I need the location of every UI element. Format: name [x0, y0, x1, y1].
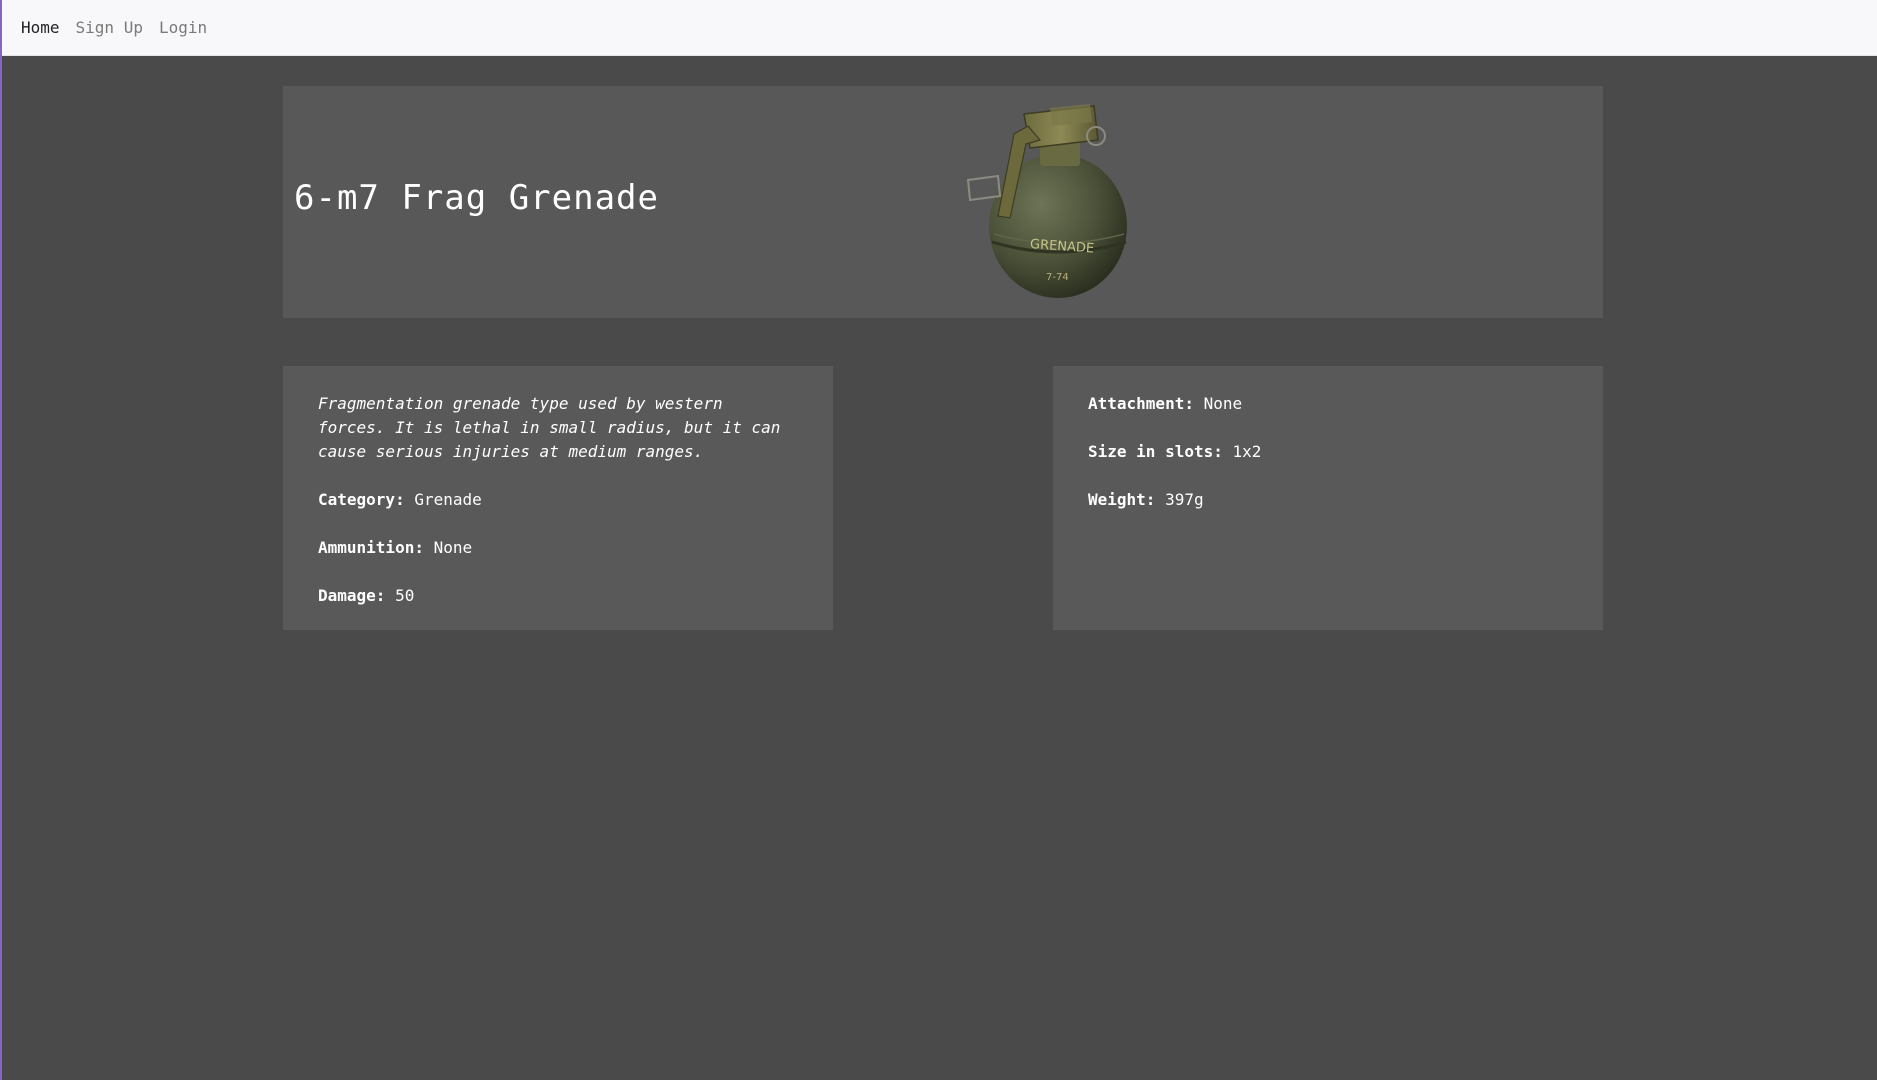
nav-login-link[interactable]: Login — [159, 18, 207, 37]
size-value: 1x2 — [1232, 442, 1262, 461]
item-header: 6-m7 Frag Grenade GRENADE 7-74 — [283, 86, 1603, 318]
category-value: Grenade — [414, 490, 482, 509]
damage-value: 50 — [395, 586, 415, 605]
ammunition-value: None — [433, 538, 473, 557]
ammunition-row: Ammunition: None — [318, 536, 798, 560]
ammunition-label: Ammunition: — [318, 538, 424, 557]
item-description: Fragmentation grenade type used by weste… — [318, 394, 781, 461]
nav-signup-link[interactable]: Sign Up — [76, 18, 143, 37]
grenade-image: GRENADE 7-74 — [966, 104, 1127, 298]
weight-label: Weight: — [1088, 490, 1156, 509]
category-label: Category: — [318, 490, 405, 509]
attachment-row: Attachment: None — [1088, 392, 1568, 416]
grenade-code-text: 7-74 — [1046, 272, 1069, 283]
damage-row: Damage: 50 — [318, 584, 798, 608]
attachment-label: Attachment: — [1088, 394, 1194, 413]
item-title: 6-m7 Frag Grenade — [294, 178, 659, 218]
item-specs-card: Attachment: None Size in slots: 1x2 Weig… — [1053, 366, 1603, 630]
item-details-card: Fragmentation grenade type used by weste… — [283, 366, 833, 630]
weight-value: 397g — [1165, 490, 1204, 509]
size-label: Size in slots: — [1088, 442, 1223, 461]
attachment-value: None — [1203, 394, 1243, 413]
top-navbar: Home Sign Up Login — [2, 0, 1877, 56]
nav-home-link[interactable]: Home — [21, 18, 60, 37]
size-row: Size in slots: 1x2 — [1088, 440, 1568, 464]
category-row: Category: Grenade — [318, 488, 798, 512]
damage-label: Damage: — [318, 586, 386, 605]
weight-row: Weight: 397g — [1088, 488, 1568, 512]
